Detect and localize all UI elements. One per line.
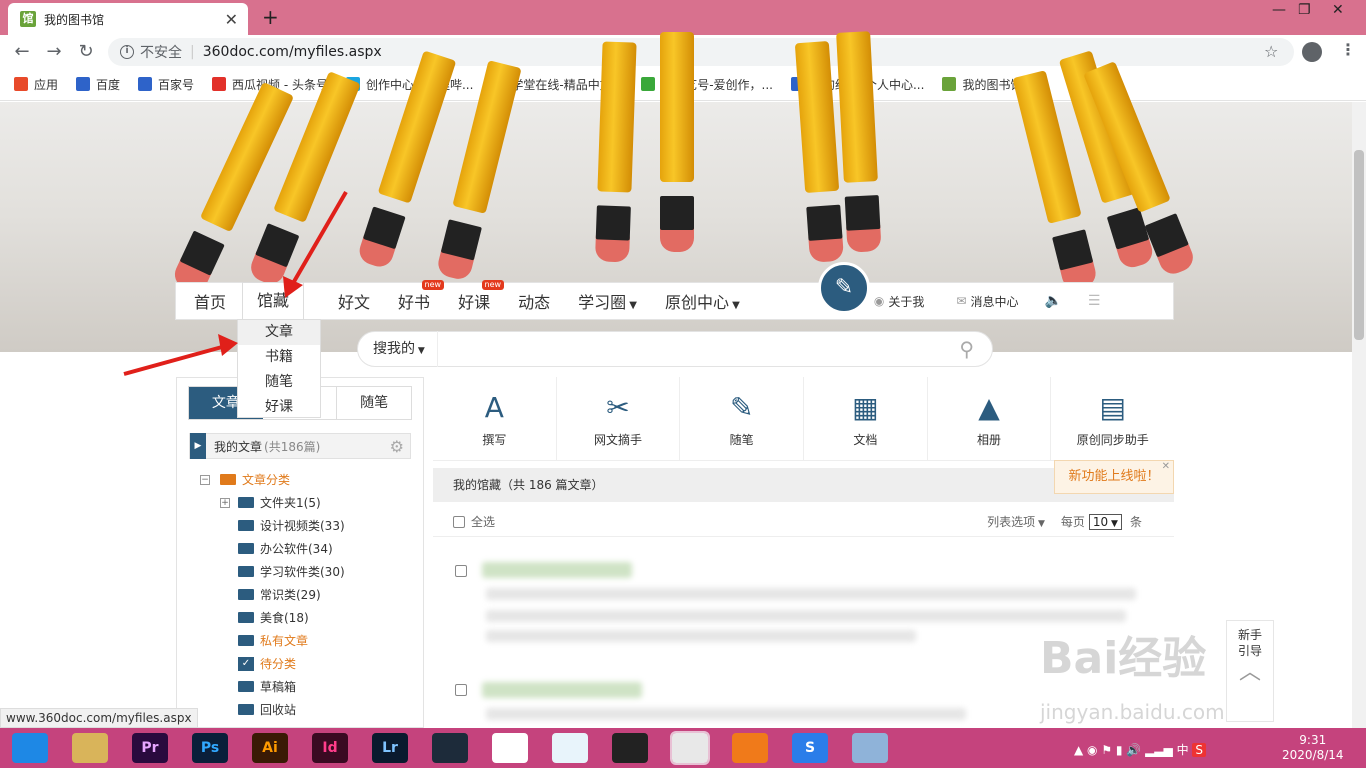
annotation-arrows bbox=[123, 190, 348, 376]
